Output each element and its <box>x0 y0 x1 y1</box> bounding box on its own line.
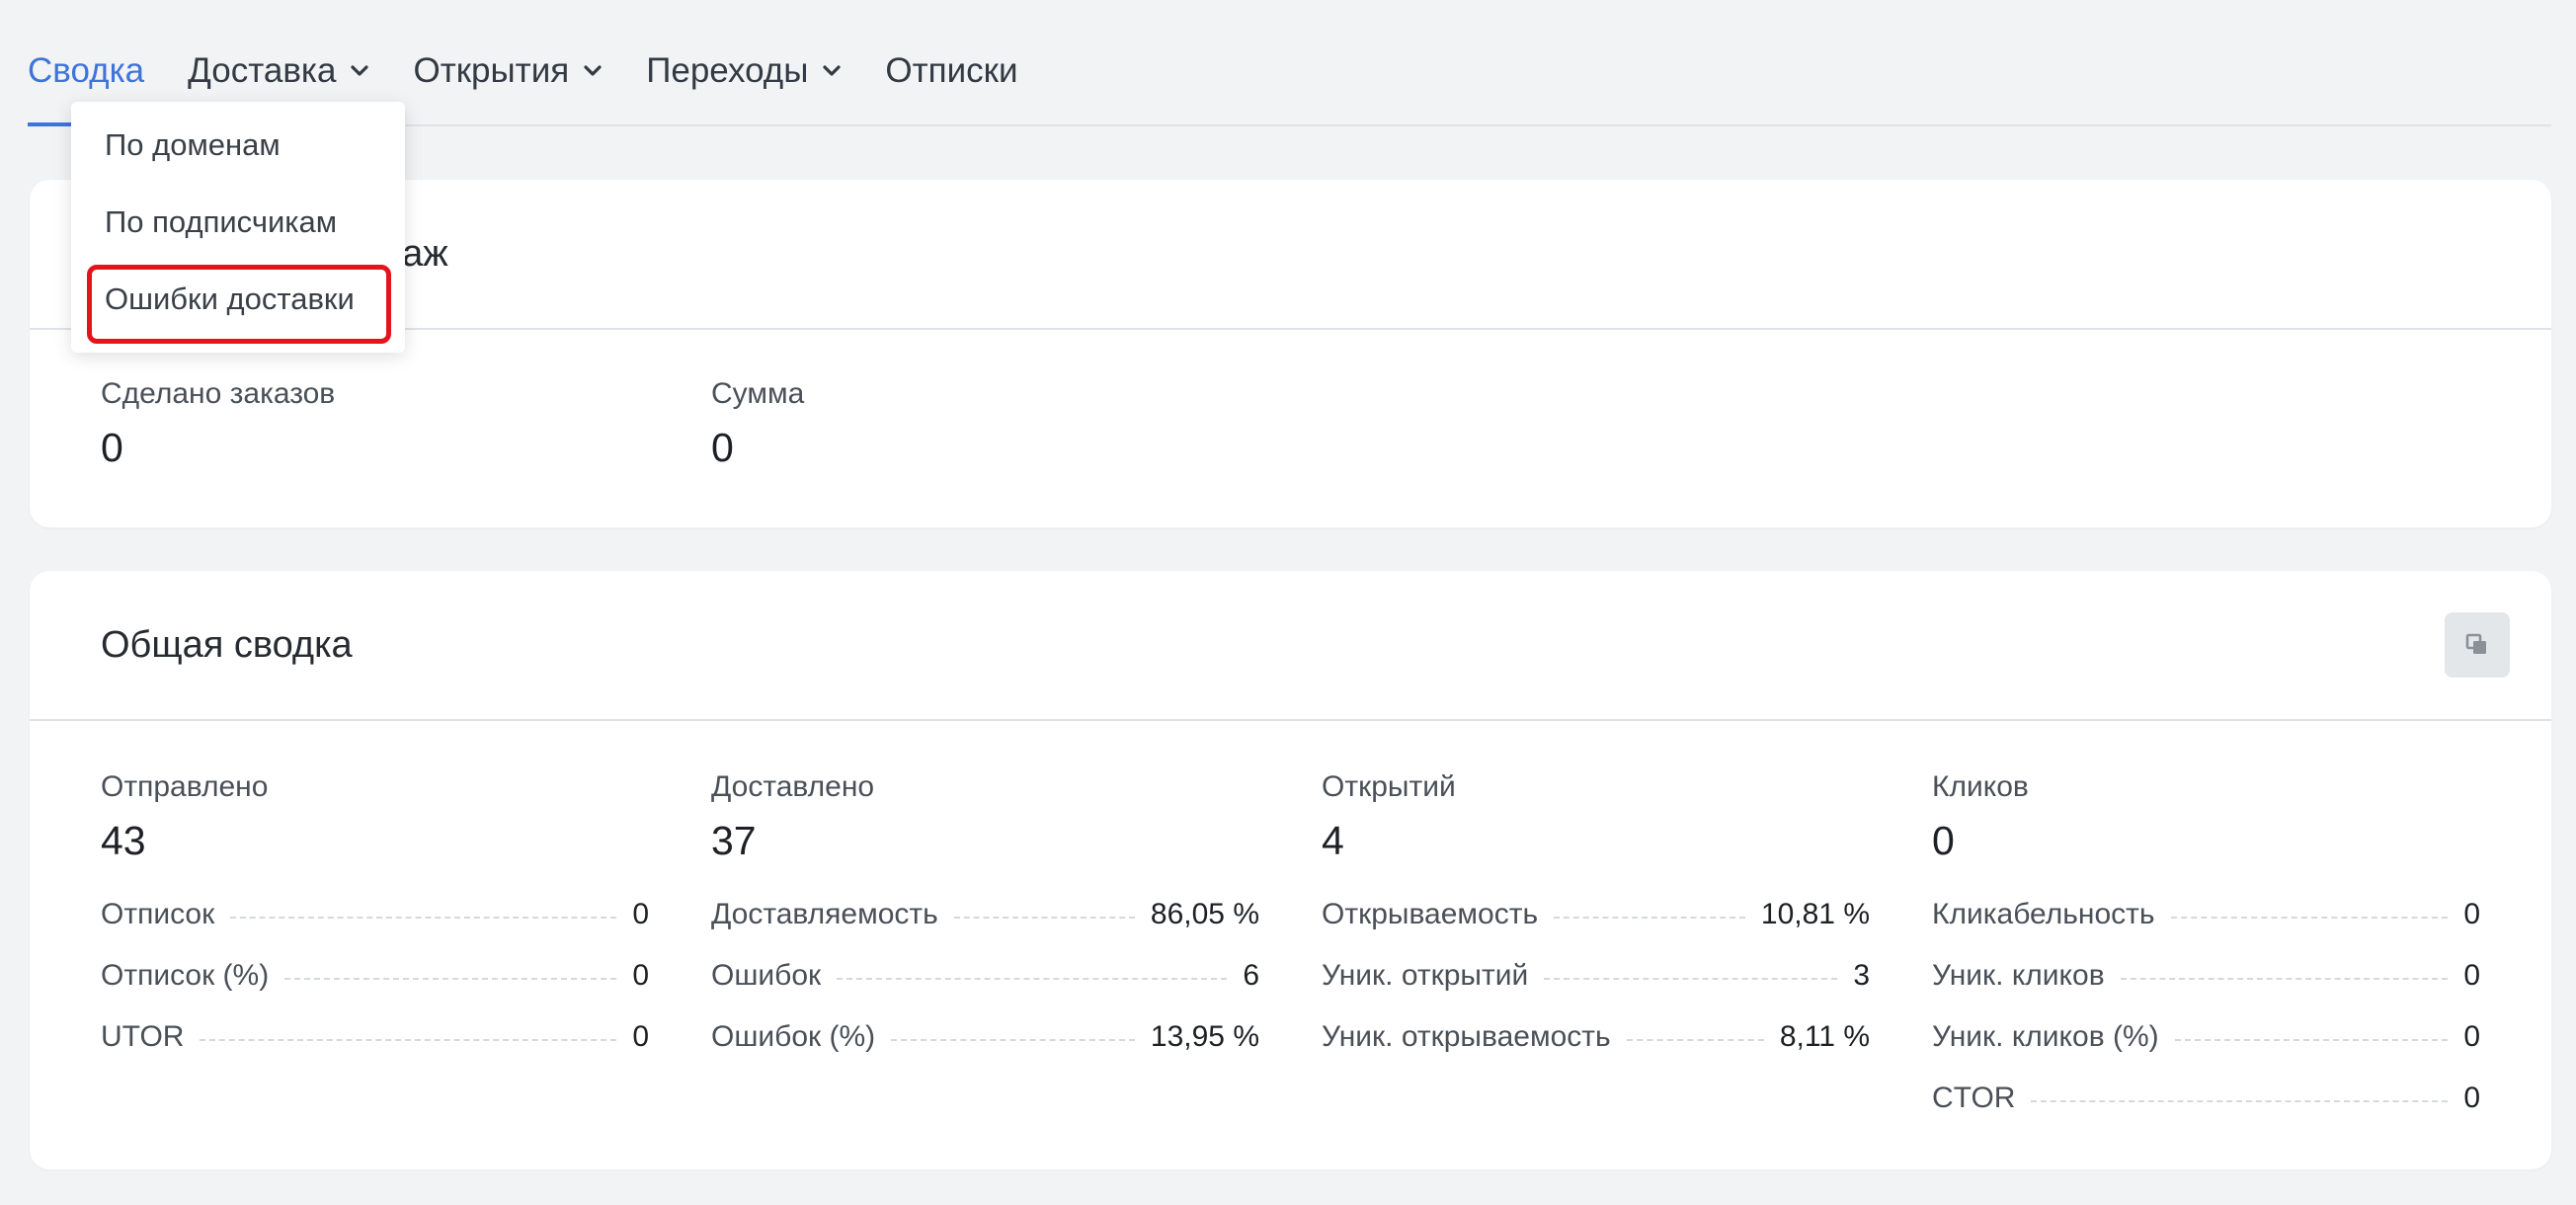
stat-label: Отписок <box>101 898 215 930</box>
summary-card: Общая сводка Отправлено 43 Отписок 0 Отпи… <box>30 571 2551 1169</box>
stat-label: Открываемость <box>1322 898 1539 930</box>
metric-orders: Сделано заказов 0 <box>101 377 335 471</box>
stat-row: Уник. кликов 0 <box>1932 956 2480 996</box>
metric-sum: Сумма 0 <box>711 377 804 471</box>
summary-card-body: Отправлено 43 Отписок 0 Отписок (%) 0 UTOR… <box>30 721 2551 1167</box>
stat-value: 0 <box>2463 1020 2480 1053</box>
stat-value: 86,05 % <box>1150 898 1259 930</box>
stat-row: Уник. открываемость 8,11 % <box>1322 1017 1870 1057</box>
stat-label: Ошибок <box>711 959 822 992</box>
tab-delivery-label: Доставка <box>188 51 337 90</box>
metric-label: Сделано заказов <box>101 377 336 410</box>
metric-value: 0 <box>711 425 734 470</box>
stat-row: Уник. открытий 3 <box>1322 956 1870 996</box>
metric-value: 0 <box>1932 818 1955 863</box>
stat-label: Уник. кликов <box>1932 959 2105 992</box>
stat-row: Ошибок (%) 13,95 % <box>711 1017 1259 1057</box>
tab-summary-label: Сводка <box>28 51 145 90</box>
stat-row: Отписок 0 <box>101 895 649 934</box>
stat-row: Доставляемость 86,05 % <box>711 895 1259 934</box>
tab-opens[interactable]: Открытия <box>413 0 603 124</box>
menu-item-by-domains[interactable]: По доменам <box>105 127 281 163</box>
tab-opens-label: Открытия <box>413 51 570 90</box>
copy-icon <box>2465 633 2486 654</box>
stat-value: 8,11 % <box>1779 1020 1870 1053</box>
stat-row: Открываемость 10,81 % <box>1322 895 1870 934</box>
stat-value: 0 <box>632 959 649 992</box>
copy-button[interactable] <box>2445 612 2510 678</box>
metric-value: 37 <box>711 818 757 863</box>
stat-row: CTOR 0 <box>1932 1079 2480 1118</box>
metric-label: Доставлено <box>711 770 875 803</box>
menu-item-by-subscribers[interactable]: По подписчикам <box>105 204 337 240</box>
stat-value: 6 <box>1243 959 1259 992</box>
stat-value: 0 <box>2463 959 2480 992</box>
metric-value: 0 <box>101 425 123 470</box>
stat-value: 0 <box>2463 1082 2480 1114</box>
stat-row: UTOR 0 <box>101 1017 649 1057</box>
highlight-box <box>87 265 391 344</box>
tab-unsubscribes-label: Отписки <box>885 51 1018 90</box>
summary-card-title: Общая сводка <box>101 623 353 666</box>
stat-value: 0 <box>2463 898 2480 930</box>
tab-clicks[interactable]: Переходы <box>646 0 842 124</box>
stat-row: Уник. кликов (%) 0 <box>1932 1017 2480 1057</box>
tab-clicks-label: Переходы <box>646 51 809 90</box>
stat-value: 10,81 % <box>1760 898 1870 930</box>
stat-value: 0 <box>632 898 649 930</box>
metric-label: Отправлено <box>101 770 269 803</box>
sales-card-header: даж <box>30 180 2551 330</box>
metric-label: Сумма <box>711 377 805 410</box>
metric-opens: Открытий 4 <box>1322 770 1456 864</box>
metric-label: Открытий <box>1322 770 1456 803</box>
stat-value: 13,95 % <box>1150 1020 1259 1053</box>
chevron-down-icon <box>583 64 603 78</box>
stat-label: Уник. кликов (%) <box>1932 1020 2159 1053</box>
stat-label: Ошибок (%) <box>711 1020 876 1053</box>
stat-label: Уник. открытий <box>1322 959 1529 992</box>
metric-value: 43 <box>101 818 146 863</box>
summary-card-header: Общая сводка <box>30 571 2551 721</box>
stat-row: Кликабельность 0 <box>1932 895 2480 934</box>
report-tabs: Сводка Доставка Открытия Переходы Отписк… <box>28 0 2551 126</box>
sales-card-body: Сделано заказов 0 Сумма 0 <box>30 330 2551 525</box>
sales-card: даж Сделано заказов 0 Сумма 0 <box>30 180 2551 527</box>
stat-label: Отписок (%) <box>101 959 270 992</box>
metric-sent: Отправлено 43 <box>101 770 268 864</box>
chevron-down-icon <box>350 64 369 78</box>
metric-delivered: Доставлено 37 <box>711 770 874 864</box>
stat-label: Доставляемость <box>711 898 938 930</box>
metric-clicks: Кликов 0 <box>1932 770 2029 864</box>
stat-label: Кликабельность <box>1932 898 2155 930</box>
tab-unsubscribes[interactable]: Отписки <box>885 0 1017 124</box>
stat-row: Отписок (%) 0 <box>101 956 649 996</box>
stat-value: 0 <box>632 1020 649 1053</box>
stat-label: Уник. открываемость <box>1322 1020 1611 1053</box>
stat-label: CTOR <box>1932 1082 2016 1114</box>
stat-row: Ошибок 6 <box>711 956 1259 996</box>
stat-label: UTOR <box>101 1020 185 1053</box>
stat-value: 3 <box>1853 959 1870 992</box>
metric-value: 4 <box>1322 818 1344 863</box>
metric-label: Кликов <box>1932 770 2029 803</box>
chevron-down-icon <box>822 64 842 78</box>
